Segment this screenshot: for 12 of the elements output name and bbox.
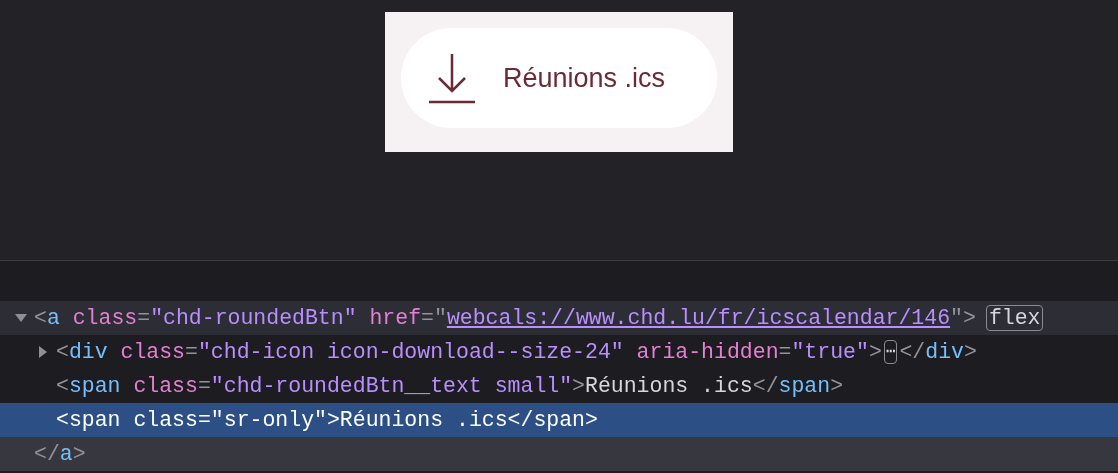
url-link[interactable]: webcals://www.chd.lu/fr/icscalendar/146 [446, 301, 951, 335]
download-icon [427, 52, 477, 104]
code-text: <div class="chd-icon icon-download--size-24" aria-hidden="true"> [56, 339, 882, 366]
ellipsis-button[interactable]: ⋯ [883, 340, 898, 364]
code-text: <span class="chd-roundedBtn__text small">Réunions .ics</span> [56, 373, 844, 400]
code-text: <span class="sr-only">Réunions .ics</span> [56, 407, 598, 434]
code-text: </a> [34, 441, 86, 468]
code-text: </div> [899, 339, 977, 366]
flex-badge[interactable]: flex [985, 305, 1044, 331]
code-text: <a class="chd-roundedBtn" href=" [34, 305, 447, 332]
download-button[interactable]: Réunions .ics [401, 28, 717, 128]
code-text: "> [950, 305, 976, 332]
